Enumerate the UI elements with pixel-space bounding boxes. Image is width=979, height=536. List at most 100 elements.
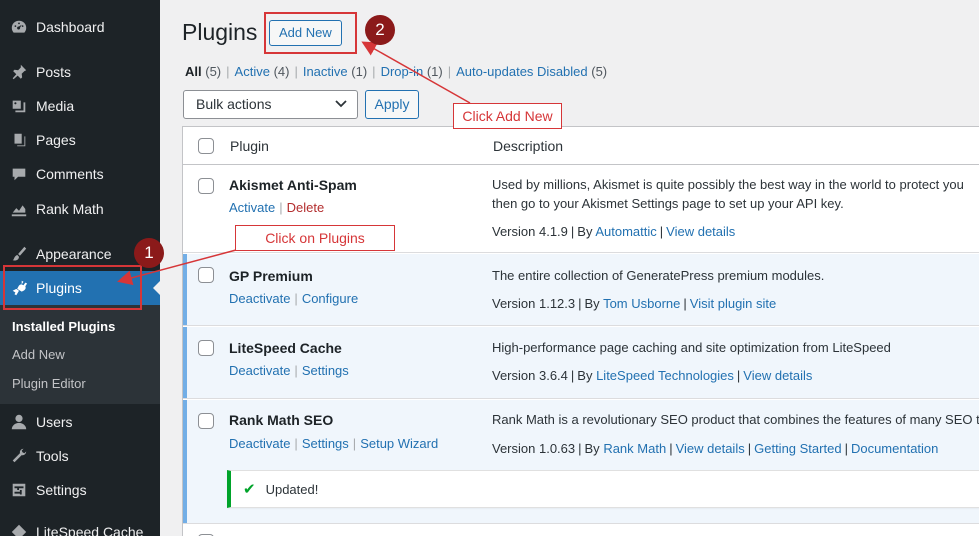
plugin-description-line2: then go to your Akismet Settings page to… (492, 196, 844, 211)
media-icon (9, 96, 29, 116)
sidebar-item-litespeed-cache[interactable]: LiteSpeed Cache (0, 515, 160, 536)
visit-plugin-site-link[interactable]: Visit plugin site (690, 296, 776, 311)
view-details-link[interactable]: View details (666, 224, 735, 239)
apply-button[interactable]: Apply (365, 90, 419, 119)
sidebar-item-label: LiteSpeed Cache (36, 524, 144, 536)
sidebar-item-settings[interactable]: Settings (0, 473, 160, 507)
row-actions: Deactivate | Settings (229, 363, 349, 378)
table-row-litespeed-cache: LiteSpeed Cache Deactivate | Settings High… (183, 327, 979, 399)
configure-link[interactable]: Configure (302, 291, 358, 306)
diamond-icon (9, 522, 29, 536)
author-link[interactable]: LiteSpeed Technologies (596, 368, 734, 383)
author-link[interactable]: Tom Usborne (603, 296, 680, 311)
activate-link[interactable]: Activate (229, 200, 275, 215)
bulk-actions-select[interactable]: Bulk actions (183, 90, 358, 119)
pages-icon (9, 130, 29, 150)
settings-link[interactable]: Settings (302, 363, 349, 378)
sidebar-item-comments[interactable]: Comments (0, 157, 160, 191)
row-actions: Deactivate | Configure (229, 291, 359, 306)
sidebar-item-label: Users (36, 414, 73, 430)
plugin-name: Rank Math SEO (229, 412, 334, 428)
user-icon (9, 412, 29, 432)
brush-icon (9, 244, 29, 264)
row-checkbox[interactable] (198, 178, 214, 194)
chevron-down-icon (335, 100, 347, 108)
sidebar-item-label: Settings (36, 482, 87, 498)
updated-notice: ✔ Updated! (227, 470, 979, 508)
wrench-icon (9, 446, 29, 466)
plugin-meta: Version 1.0.63 | By Rank Math | View details… (492, 441, 939, 456)
settings-link[interactable]: Settings (302, 436, 349, 451)
row-checkbox[interactable] (198, 413, 214, 429)
sidebar-item-dashboard[interactable]: Dashboard (0, 10, 160, 44)
step-badge-2: 2 (365, 15, 395, 45)
callout-click-add-new: Click Add New (453, 103, 562, 129)
comment-icon (9, 164, 29, 184)
sidebar-item-users[interactable]: Users (0, 405, 160, 439)
plugin-description: Rank Math is a revolutionary SEO product… (492, 412, 979, 427)
page-title: Plugins (182, 19, 258, 45)
highlight-add-new-button (264, 12, 357, 54)
highlight-plugins-menu (3, 265, 142, 310)
dashboard-icon (9, 17, 29, 37)
sidebar-item-pages[interactable]: Pages (0, 123, 160, 157)
row-checkbox[interactable] (198, 267, 214, 283)
sidebar-item-label: Comments (36, 166, 104, 182)
deactivate-link[interactable]: Deactivate (229, 436, 290, 451)
submenu-plugin-editor[interactable]: Plugin Editor (12, 376, 86, 391)
author-link[interactable]: Rank Math (603, 441, 666, 456)
column-header-description: Description (493, 138, 564, 154)
row-checkbox[interactable] (198, 340, 214, 356)
table-row-gp-premium: GP Premium Deactivate | Configure The enti… (183, 254, 979, 326)
submenu-installed-plugins[interactable]: Installed Plugins (12, 319, 115, 334)
pin-icon (9, 62, 29, 82)
column-header-plugin[interactable]: Plugin (230, 138, 269, 154)
plugins-submenu: Installed Plugins Add New Plugin Editor (0, 305, 160, 404)
author-link[interactable]: Automattic (595, 224, 656, 239)
table-row-rank-math-seo: Rank Math SEO Deactivate | Settings | Setup … (183, 400, 979, 524)
filter-all[interactable]: All (5) (185, 64, 221, 79)
sidebar-item-label: Tools (36, 448, 69, 464)
sidebar-item-label: Media (36, 98, 75, 114)
filter-auto-updates-disabled[interactable]: Auto-updates Disabled (5) (456, 64, 607, 79)
filter-active[interactable]: Active (4) (235, 64, 290, 79)
plugin-description: The entire collection of GeneratePress p… (492, 268, 825, 283)
settings-icon (9, 480, 29, 500)
filter-inactive[interactable]: Inactive (1) (303, 64, 367, 79)
view-details-link[interactable]: View details (676, 441, 745, 456)
setup-wizard-link[interactable]: Setup Wizard (360, 436, 438, 451)
plugin-name: Akismet Anti-Spam (229, 177, 357, 193)
plugin-description: Used by millions, Akismet is quite possi… (492, 177, 964, 192)
deactivate-link[interactable]: Deactivate (229, 363, 290, 378)
sidebar-item-tools[interactable]: Tools (0, 439, 160, 473)
table-header: Plugin Description (183, 127, 979, 165)
row-actions: Activate | Delete (229, 200, 325, 215)
sidebar-item-label: Rank Math (36, 201, 104, 217)
sidebar-item-label: Dashboard (36, 19, 105, 35)
delete-link[interactable]: Delete (287, 200, 325, 215)
callout-click-on-plugins: Click on Plugins (235, 225, 395, 251)
row-actions: Deactivate | Settings | Setup Wizard (229, 436, 439, 451)
sidebar-item-label: Pages (36, 132, 76, 148)
sidebar-item-rank-math[interactable]: Rank Math (0, 192, 160, 226)
filter-drop-in[interactable]: Drop-in (1) (381, 64, 443, 79)
main-content: Plugins Add New All (5) | Active (4) | Inact… (160, 0, 979, 536)
select-all-checkbox[interactable] (198, 138, 214, 154)
plugin-name: LiteSpeed Cache (229, 340, 342, 356)
plugins-table: Plugin Description Akismet Anti-Spam Act… (182, 126, 979, 536)
chart-icon (9, 199, 29, 219)
view-details-link[interactable]: View details (743, 368, 812, 383)
plugin-description: High-performance page caching and site o… (492, 340, 891, 355)
sidebar-item-posts[interactable]: Posts (0, 55, 160, 89)
deactivate-link[interactable]: Deactivate (229, 291, 290, 306)
sidebar-item-label: Posts (36, 64, 72, 80)
getting-started-link[interactable]: Getting Started (754, 441, 841, 456)
documentation-link[interactable]: Documentation (851, 441, 938, 456)
step-badge-1: 1 (134, 238, 164, 268)
sidebar-item-label: Appearance (36, 246, 112, 262)
submenu-add-new[interactable]: Add New (12, 347, 65, 362)
table-row (183, 525, 979, 536)
plugin-meta: Version 4.1.9 | By Automattic | View details (492, 224, 736, 239)
sidebar-item-media[interactable]: Media (0, 89, 160, 123)
checkmark-icon: ✔ (243, 481, 256, 498)
